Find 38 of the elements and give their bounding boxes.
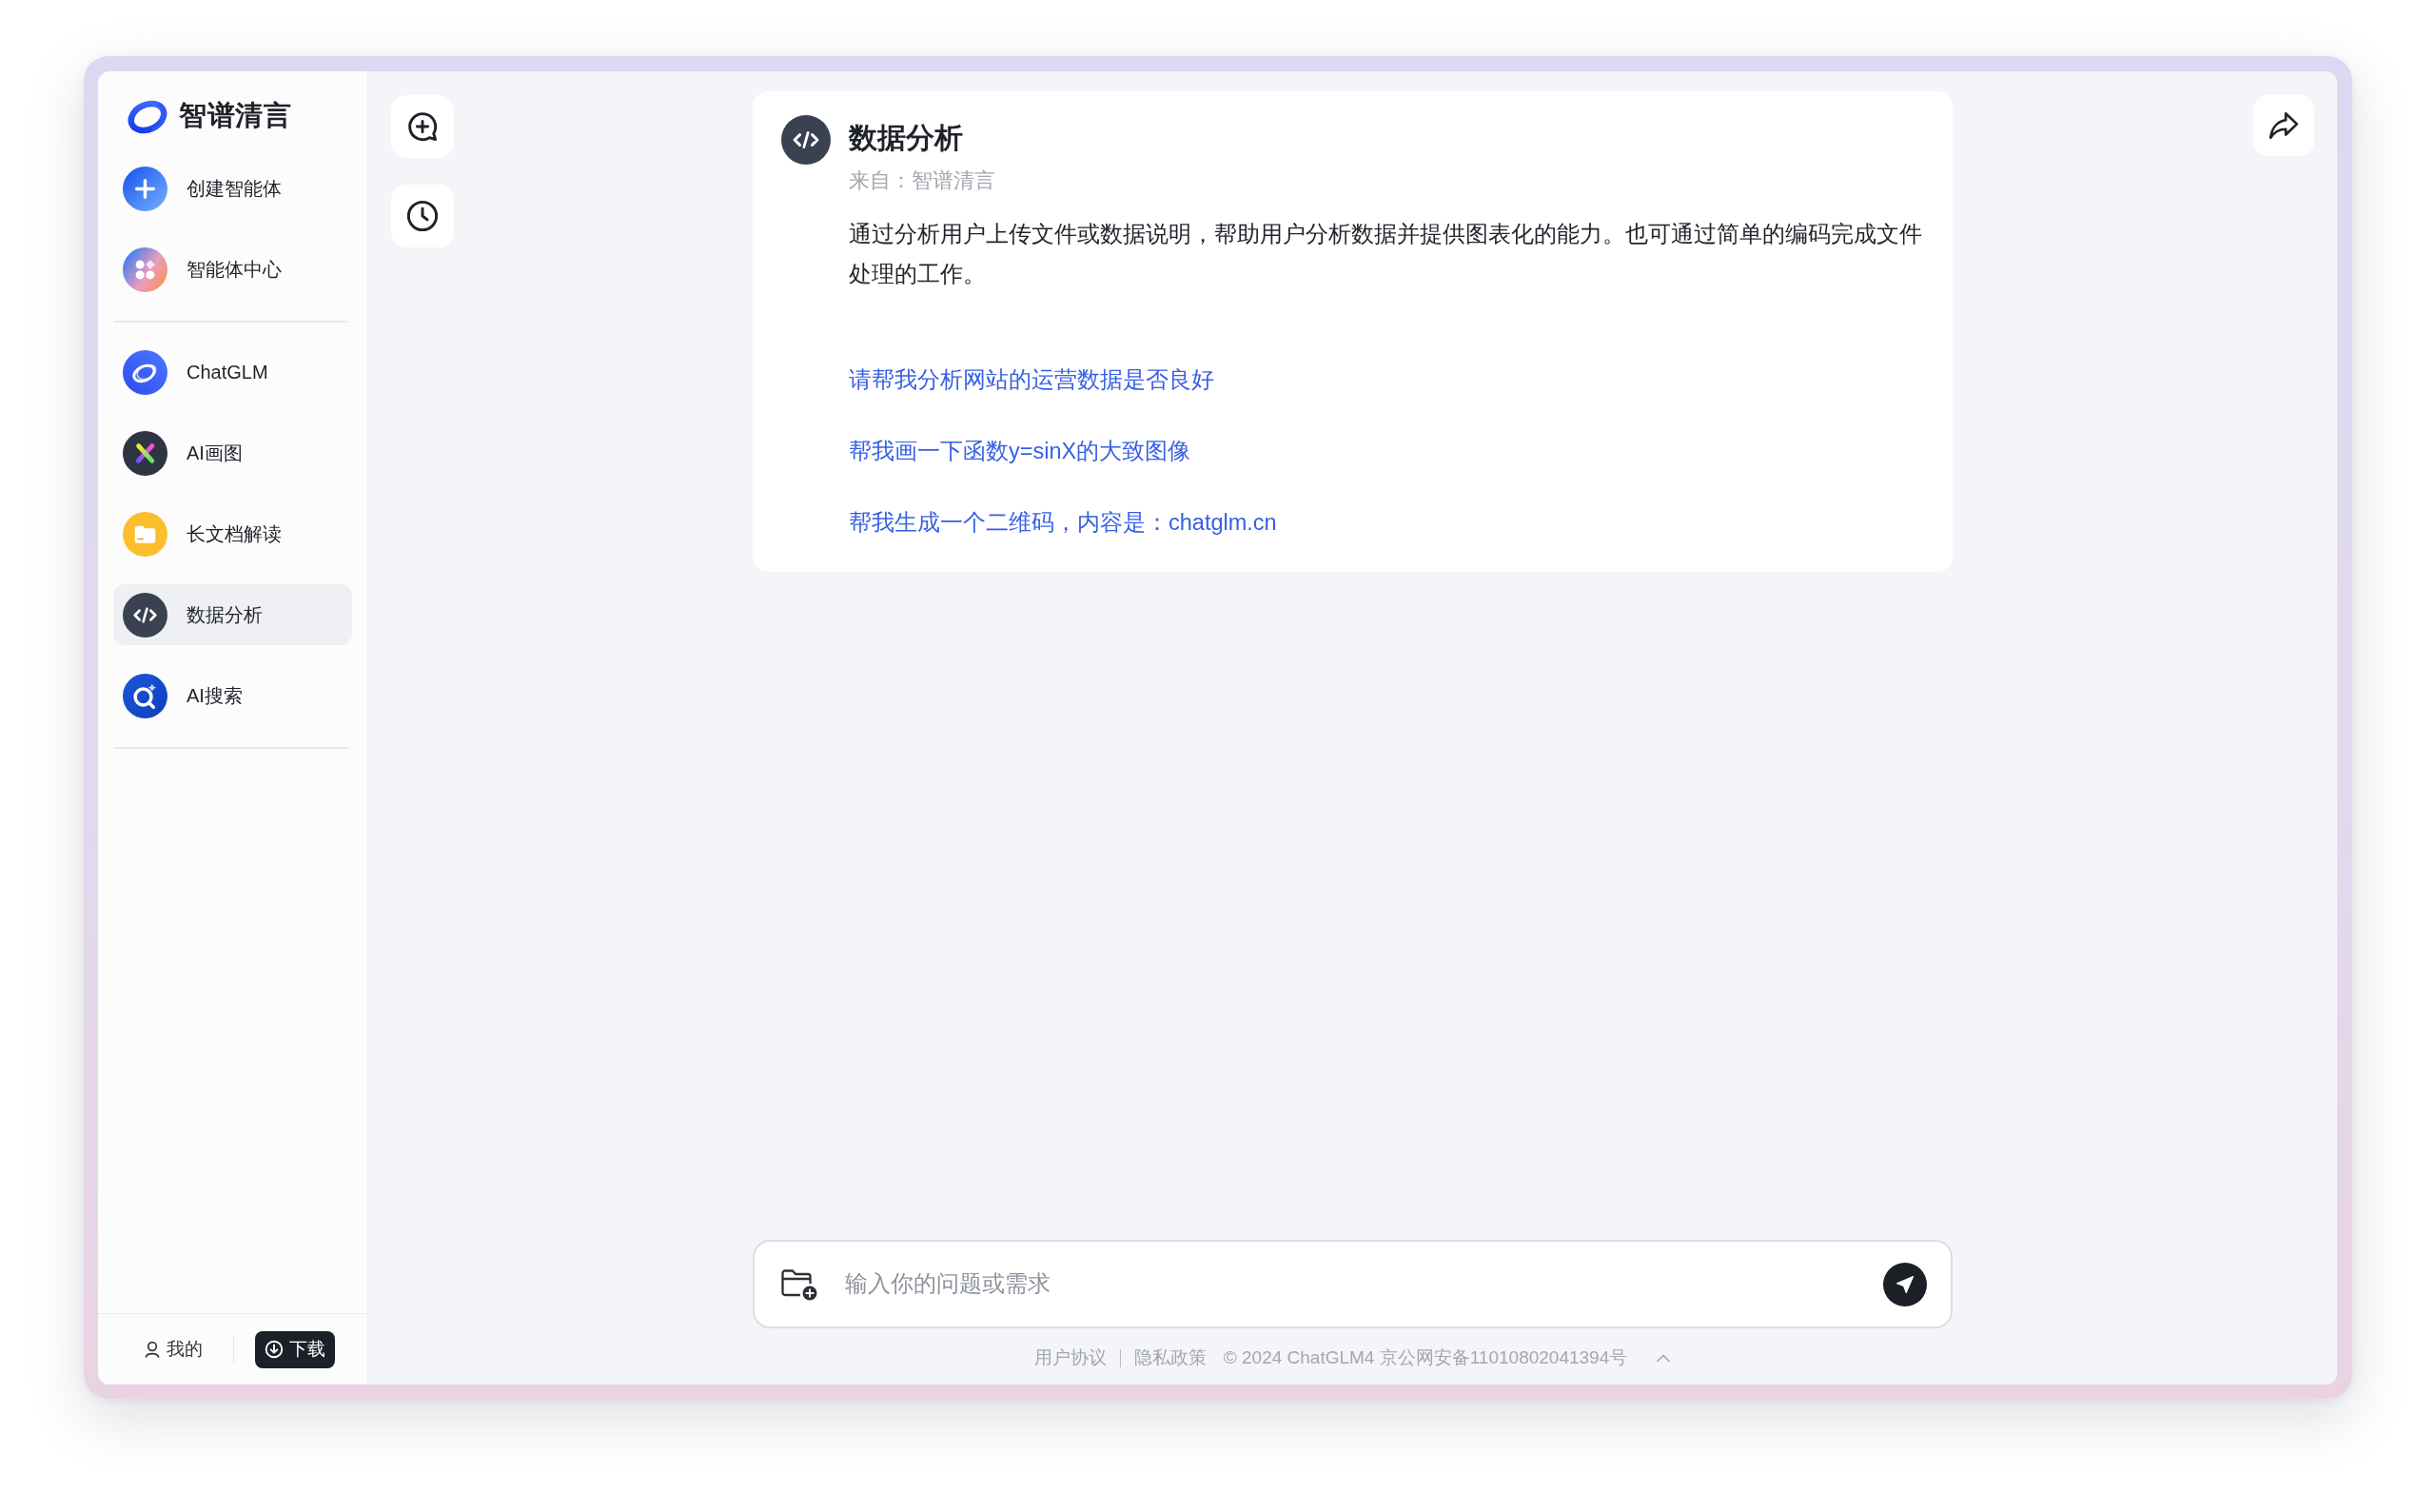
chat-input-bar[interactable]: 输入你的问题或需求	[753, 1240, 1953, 1328]
download-button[interactable]: 下载	[255, 1330, 335, 1368]
share-button[interactable]	[2253, 95, 2314, 156]
colorful-x-icon	[123, 430, 167, 476]
send-button[interactable]	[1883, 1262, 1927, 1306]
history-button[interactable]	[391, 185, 454, 247]
folder-plus-icon	[780, 1267, 818, 1301]
new-chat-button[interactable]	[391, 95, 454, 158]
suggestion-link[interactable]: 帮我生成一个二维码，内容是：chatglm.cn	[849, 506, 1277, 539]
download-icon	[265, 1340, 284, 1359]
sidebar-item[interactable]: AI搜索	[113, 665, 352, 726]
suggestion-link[interactable]: 请帮我分析网站的运营数据是否良好	[849, 363, 1214, 396]
ring-icon	[123, 349, 167, 395]
input-field[interactable]: 输入你的问题或需求	[843, 1266, 1883, 1303]
folder-icon	[123, 511, 167, 557]
code-icon	[123, 592, 167, 638]
sidebar-item[interactable]: 数据分析	[113, 584, 352, 645]
agent-title: 数据分析	[849, 121, 964, 155]
sidebar-item[interactable]: 智能体中心	[113, 239, 352, 300]
sidebar-item[interactable]: 长文档解读	[113, 503, 352, 564]
new-chat-icon	[405, 109, 440, 144]
plus-icon	[123, 166, 167, 211]
suggestion-link[interactable]: 帮我画一下函数y=sinX的大致图像	[849, 435, 1191, 467]
share-icon	[2268, 110, 2300, 141]
copyright-text: © 2024 ChatGLM4 京公网安备11010802041394号	[1223, 1346, 1628, 1369]
profile-link[interactable]: 我的	[145, 1335, 203, 1364]
clock-icon	[405, 199, 440, 233]
sidebar-item[interactable]: AI画图	[113, 422, 352, 483]
description-text: 通过分析用户上传文件或数据说明，帮助用户分析数据并提供图表化的能力。也可通过简单的编码完成文件处理的工作。	[849, 221, 1923, 288]
source-text: 来自：智谱清言	[849, 168, 996, 194]
sidebar-item[interactable]: ChatGLM	[113, 342, 352, 403]
person-icon	[145, 1341, 160, 1358]
magnifier-sparkle-icon	[123, 673, 167, 718]
upload-button[interactable]	[780, 1267, 818, 1301]
four-dots-icon	[123, 246, 167, 292]
sidebar-item[interactable]: 创建智能体	[113, 158, 352, 219]
code-icon	[781, 115, 831, 165]
logo-text: 智谱清言	[179, 99, 291, 132]
